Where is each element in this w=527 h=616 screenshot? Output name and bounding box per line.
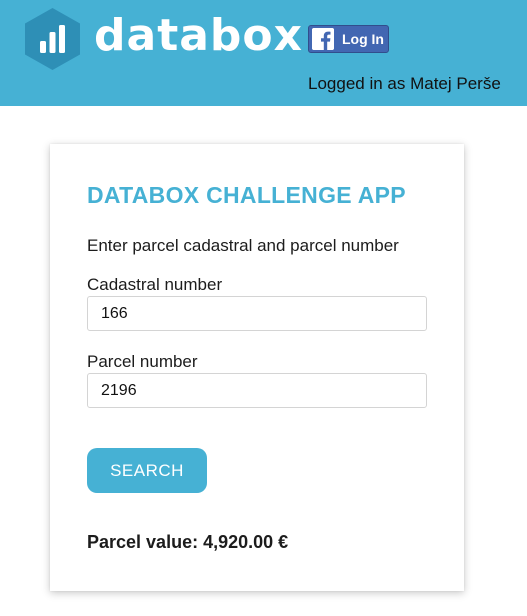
form-instructions: Enter parcel cadastral and parcel number <box>87 236 399 255</box>
databox-logo-icon <box>25 8 80 70</box>
cadastral-number-input[interactable] <box>87 296 427 331</box>
app-header: databox Log In Logged in as Matej Perše <box>0 0 527 106</box>
facebook-icon <box>312 28 334 50</box>
parcel-number-label: Parcel number <box>87 352 198 371</box>
cadastral-number-label: Cadastral number <box>87 275 223 294</box>
parcel-number-input[interactable] <box>87 373 427 408</box>
search-button[interactable]: SEARCH <box>87 448 207 493</box>
facebook-login-label: Log In <box>342 31 384 47</box>
logged-in-status: Logged in as Matej Perše <box>308 74 501 93</box>
databox-logo-text: databox <box>94 10 304 61</box>
facebook-login-button[interactable]: Log In <box>308 25 389 53</box>
parcel-value-result: Parcel value: 4,920.00 € <box>87 532 289 552</box>
parcel-search-card: DATABOX CHALLENGE APP Enter parcel cadas… <box>50 144 464 591</box>
page-title: DATABOX CHALLENGE APP <box>87 182 406 208</box>
